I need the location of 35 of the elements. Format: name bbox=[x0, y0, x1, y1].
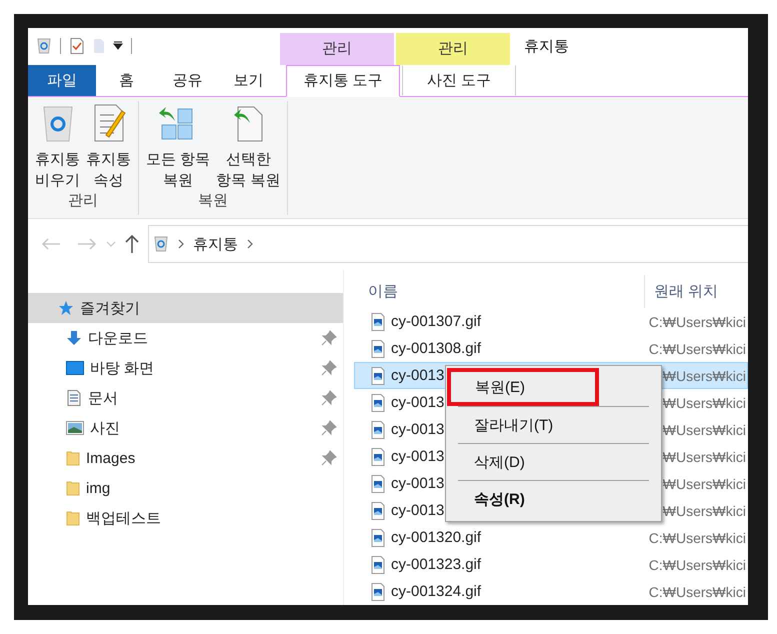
file-location: :₩Users₩kici bbox=[658, 448, 746, 464]
nav-item-label: 문서 bbox=[88, 388, 119, 408]
file-name: cy-0013 bbox=[391, 448, 444, 465]
ribbon-group-label: 관리 bbox=[68, 190, 98, 211]
contextual-tab-group: 관리 bbox=[396, 33, 510, 65]
file-location: C:₩Users₩kici bbox=[648, 556, 746, 572]
file-location: C:₩Users₩kici bbox=[648, 340, 746, 356]
window-title: 휴지통 bbox=[524, 37, 569, 57]
nav-item-label: 즐겨찾기 bbox=[80, 298, 141, 318]
file-name: cy-0013 bbox=[391, 475, 444, 492]
file-location: :₩Users₩kici bbox=[658, 368, 746, 384]
nav-item-label: Images bbox=[86, 450, 136, 466]
file-name: cy-0013 bbox=[391, 502, 444, 519]
file-location: C:₩Users₩kici bbox=[648, 584, 746, 600]
nav-item-label: 바탕 화면 bbox=[90, 358, 156, 378]
file-name: cy-001307.gif bbox=[391, 313, 482, 330]
file-name: cy-0013 bbox=[391, 421, 444, 438]
nav-item-label: img bbox=[86, 480, 112, 496]
file-name: cy-001308.gif bbox=[391, 340, 482, 357]
nav-item-label: 다운로드 bbox=[88, 328, 149, 348]
file-name: cy-001324.gif bbox=[391, 583, 482, 600]
file-location: C:₩Users₩kici bbox=[648, 530, 746, 546]
ribbon-group-label: 복원 bbox=[198, 190, 228, 211]
nav-item-label: 백업테스트 bbox=[86, 508, 162, 528]
file-location: :₩Users₩kici bbox=[658, 394, 746, 410]
file-name: cy-001320.gif bbox=[391, 529, 482, 546]
file-location: :₩Users₩kici bbox=[658, 502, 746, 518]
file-location: :₩Users₩kici bbox=[658, 422, 746, 438]
file-location: :₩Users₩kici bbox=[658, 476, 746, 492]
nav-item-label: 사진 bbox=[90, 418, 121, 438]
file-location: C:₩Users₩kici bbox=[648, 314, 746, 330]
contextual-tab-group: 관리 bbox=[280, 33, 394, 65]
file-name: cy-0013 bbox=[391, 394, 444, 411]
file-name: cy-001323.gif bbox=[391, 556, 482, 573]
file-name: cy-0013 bbox=[391, 367, 444, 384]
